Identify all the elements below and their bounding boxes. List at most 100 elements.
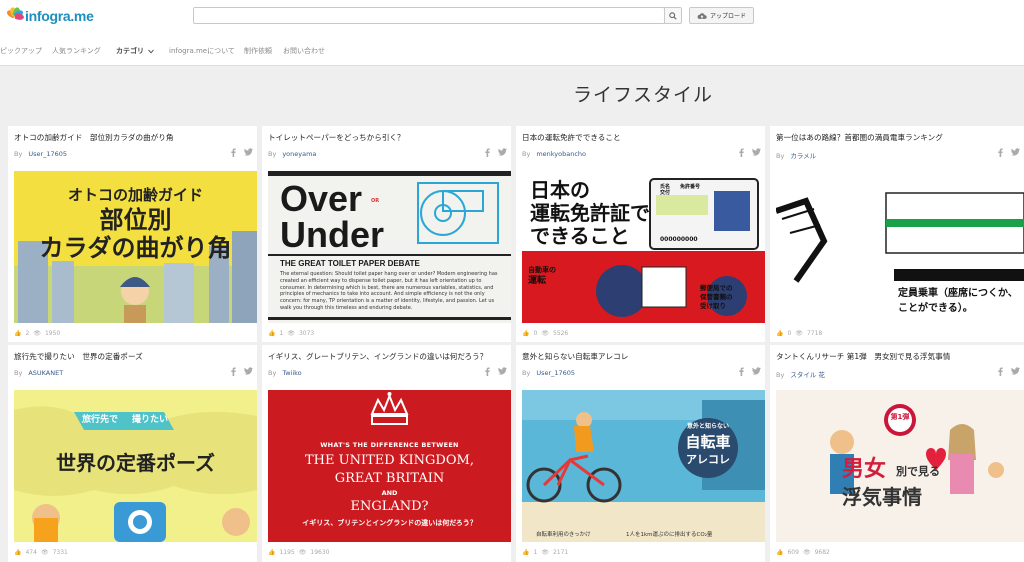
upload-button[interactable]: アップロード <box>689 7 754 24</box>
twitter-icon[interactable] <box>244 148 253 156</box>
twitter-icon[interactable] <box>498 148 507 156</box>
thumb-text: イギリス、ブリテンとイングランドの違いは何だろう？ <box>302 519 477 527</box>
facebook-icon[interactable] <box>485 367 490 376</box>
thumbs-up-icon: 👍 <box>268 330 276 337</box>
thumb-text: 撮りたい <box>132 415 169 425</box>
nav-item-category[interactable]: カテゴリ <box>116 46 155 56</box>
twitter-icon[interactable] <box>1011 367 1020 375</box>
card-thumbnail[interactable]: 旅行先で 撮りたい 世界の定番ポーズ <box>14 390 257 542</box>
infographic-card[interactable]: 意外と知らない自転車アレコレ By User_17605 意外と知らない 自転車 … <box>516 345 765 562</box>
facebook-icon[interactable] <box>998 367 1003 376</box>
site-logo[interactable]: infogra.me <box>5 6 94 26</box>
thumb-heading: ENGLAND? <box>350 499 429 514</box>
nav-item-about[interactable]: infogra.meについて <box>169 46 235 56</box>
infographic-card[interactable]: 日本の運転免許でできること By menkyobancho 日本の 運転免許証で … <box>516 126 765 342</box>
search-input[interactable] <box>193 7 665 24</box>
view-count: 7718 <box>806 330 823 337</box>
card-title[interactable]: イギリス、グレートブリテン、イングランドの違いは何だろう？ <box>268 351 506 362</box>
card-thumbnail[interactable]: 意外と知らない 自転車 アレコレ 自転車利用のきっかけ 1人を1km運ぶのに排出… <box>522 390 765 542</box>
author-link[interactable]: User_17605 <box>536 369 575 377</box>
card-title[interactable]: 意外と知らない自転車アレコレ <box>522 351 760 362</box>
infographic-card[interactable]: 第一位はあの路線？首都圏の満員電車ランキング By カラメル 定員乗車（座席につく… <box>770 126 1024 342</box>
eye-icon: 👁 <box>541 330 549 337</box>
author-link[interactable]: menkyobancho <box>536 150 586 158</box>
twitter-icon[interactable] <box>752 148 761 156</box>
thumb-heading: アレコレ <box>686 453 730 466</box>
logo-flower-icon <box>5 6 25 25</box>
thumbs-up-icon: 👍 <box>522 549 530 556</box>
card-title[interactable]: トイレットペーパーをどっちから引く？ <box>268 132 506 143</box>
card-title[interactable]: 日本の運転免許でできること <box>522 132 760 143</box>
facebook-icon[interactable] <box>231 148 236 157</box>
facebook-icon[interactable] <box>998 148 1003 157</box>
thumb-text: ことができる）。 <box>898 303 973 314</box>
nav-item-pickup[interactable]: ピックアップ <box>0 46 42 56</box>
nav-item-request[interactable]: 制作依頼 <box>244 46 272 56</box>
card-thumbnail[interactable]: 第1弾 男女 別で見る 浮気事情 <box>776 390 1024 542</box>
card-title[interactable]: 旅行先で撮りたい 世界の定番ポーズ <box>14 351 252 362</box>
view-count: 1950 <box>44 330 61 337</box>
card-byline: By ASUKANET <box>14 369 63 377</box>
like-count: 1 <box>533 549 538 556</box>
upload-label: アップロード <box>709 13 746 20</box>
view-count: 2171 <box>552 549 569 556</box>
thumb-text: 定員乗車（座席につくか、 <box>898 288 1018 299</box>
like-count: 609 <box>787 549 799 556</box>
like-count: 1 <box>279 330 284 337</box>
card-thumbnail[interactable]: WHAT'S THE DIFFERENCE BETWEEN THE UNITED… <box>268 390 511 542</box>
thumb-text: 第1弾 <box>890 413 910 421</box>
eye-icon: 👁 <box>541 549 549 556</box>
card-thumbnail[interactable]: オトコの加齢ガイド 部位別 カラダの曲がり角 <box>14 171 257 323</box>
card-stats: 👍 609 👁 9682 <box>776 549 830 556</box>
author-link[interactable]: スタイル 花 <box>790 371 825 379</box>
card-thumbnail[interactable]: 定員乗車（座席につくか、 ことができる）。 <box>776 171 1024 323</box>
share-buttons <box>998 367 1020 376</box>
infographic-card[interactable]: イギリス、グレートブリテン、イングランドの違いは何だろう？ By Twiiko W… <box>262 345 511 562</box>
thumb-text: 意外と知らない <box>687 423 730 430</box>
eye-icon: 👁 <box>298 549 307 556</box>
card-title[interactable]: 第一位はあの路線？首都圏の満員電車ランキング <box>776 132 1014 143</box>
eye-icon: 👁 <box>802 549 811 556</box>
thumbs-up-icon: 👍 <box>776 549 784 556</box>
twitter-icon[interactable] <box>498 367 507 375</box>
nav-item-category-label: カテゴリ <box>116 47 144 55</box>
infographic-card[interactable]: 旅行先で撮りたい 世界の定番ポーズ By ASUKANET 旅行先で 撮りたい 世… <box>8 345 257 562</box>
card-byline: By User_17605 <box>522 369 575 377</box>
thumb-heading: 部位別 <box>99 206 172 234</box>
author-link[interactable]: yoneyama <box>282 150 316 158</box>
nav-item-contact[interactable]: お問い合わせ <box>283 46 325 56</box>
page-title: ライフスタイル <box>572 84 713 106</box>
share-buttons <box>485 367 507 376</box>
facebook-icon[interactable] <box>739 148 744 157</box>
search-button[interactable] <box>664 7 682 24</box>
facebook-icon[interactable] <box>485 148 490 157</box>
thumb-heading: 自転車 <box>685 433 731 451</box>
thumb-heading: カラダの曲がり角 <box>39 234 232 262</box>
facebook-icon[interactable] <box>231 367 236 376</box>
facebook-icon[interactable] <box>739 367 744 376</box>
twitter-icon[interactable] <box>1011 148 1020 156</box>
view-count: 7331 <box>52 549 68 556</box>
author-link[interactable]: カラメル <box>790 152 816 160</box>
author-link[interactable]: Twiiko <box>282 369 301 377</box>
card-thumbnail[interactable]: Over OR Under THE GREAT TOILET PAPER DEB… <box>268 171 511 323</box>
card-thumbnail[interactable]: 日本の 運転免許証で できること 自動車の 運転 郵便局での 保管書類の 受け取… <box>522 171 765 323</box>
card-title[interactable]: オトコの加齢ガイド 部位別カラダの曲がり角 <box>14 132 252 143</box>
infographic-card[interactable]: タントくんリサーチ 第1弾 男女別で見る浮気事情 By スタイル 花 第1弾 男女… <box>770 345 1024 562</box>
thumbs-up-icon: 👍 <box>14 330 22 337</box>
by-label: By <box>14 369 23 377</box>
infographic-card[interactable]: トイレットペーパーをどっちから引く？ By yoneyama Over OR Un… <box>262 126 511 342</box>
by-label: By <box>522 369 531 377</box>
card-title[interactable]: タントくんリサーチ 第1弾 男女別で見る浮気事情 <box>776 351 1014 362</box>
nav-item-ranking[interactable]: 人気ランキング <box>52 46 101 56</box>
infographic-card[interactable]: オトコの加齢ガイド 部位別カラダの曲がり角 By User_17605 オトコの加… <box>8 126 257 342</box>
thumb-text: 免許番号 <box>680 184 701 190</box>
top-header: infogra.me アップロード <box>0 0 1024 34</box>
thumb-text: 運転 <box>528 276 547 286</box>
twitter-icon[interactable] <box>244 367 253 375</box>
author-link[interactable]: User_17605 <box>28 150 67 158</box>
train-track-illustration <box>776 192 1024 283</box>
by-label: By <box>14 150 23 158</box>
twitter-icon[interactable] <box>752 367 761 375</box>
author-link[interactable]: ASUKANET <box>28 369 63 377</box>
